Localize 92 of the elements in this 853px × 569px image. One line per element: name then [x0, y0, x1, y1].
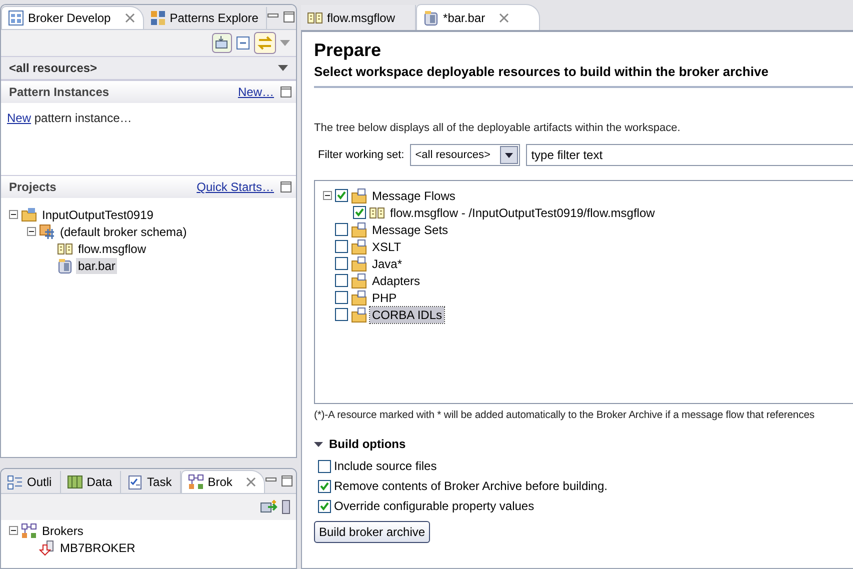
- import-icon[interactable]: [212, 33, 232, 53]
- link-icon[interactable]: [254, 32, 276, 54]
- maximize-button[interactable]: [283, 11, 296, 23]
- flow-icon: [57, 240, 73, 256]
- view-tab[interactable]: *bar.bar: [416, 4, 540, 30]
- tree-item[interactable]: Brokers: [40, 522, 86, 538]
- checkbox-label: Override configurable property values: [334, 499, 534, 513]
- pattern-icon: [150, 10, 166, 26]
- working-set-dropdown[interactable]: <all resources>: [410, 144, 520, 166]
- folder-icon: [351, 222, 367, 238]
- instruction-text: New pattern instance…: [7, 111, 132, 125]
- collapse-all-icon[interactable]: [236, 36, 250, 50]
- folder-icon: [351, 306, 367, 322]
- server-icon[interactable]: [282, 500, 290, 514]
- checkbox[interactable]: [335, 240, 348, 253]
- checkbox[interactable]: [335, 257, 348, 270]
- maximize-button[interactable]: [280, 86, 292, 98]
- checkbox-label: Remove contents of Broker Archive before building.: [334, 479, 608, 493]
- map-icon: [66, 474, 83, 490]
- collapse-arrow-icon[interactable]: [314, 440, 323, 448]
- checkbox[interactable]: [318, 500, 331, 512]
- tree-item[interactable]: (default broker schema): [58, 224, 189, 240]
- checkbox[interactable]: [318, 460, 331, 472]
- view-tab[interactable]: Broker Develop: [1, 6, 144, 29]
- check-icon: [320, 482, 329, 490]
- view-tab[interactable]: flow.msgflow: [301, 5, 416, 30]
- checkbox[interactable]: [335, 189, 348, 202]
- dropdown-arrow-icon: [505, 152, 514, 158]
- folder-icon: [351, 238, 367, 254]
- checkbox[interactable]: [335, 274, 348, 287]
- network-icon: [21, 522, 37, 538]
- tree-item[interactable]: PHP: [370, 290, 399, 306]
- clipboard-icon: [127, 474, 144, 490]
- tree-item[interactable]: bar.bar: [76, 258, 118, 274]
- description-text: The tree below displays all of the deployable artifacts within the workspace.: [314, 122, 682, 134]
- page-title: Prepare: [314, 40, 382, 61]
- checkbox[interactable]: [318, 480, 331, 492]
- link[interactable]: Quick Starts…: [196, 180, 274, 194]
- section-title: Projects: [9, 180, 58, 194]
- maximize-button[interactable]: [281, 475, 294, 487]
- dropdown-arrow-icon: [278, 65, 288, 71]
- folder-icon: [351, 272, 367, 288]
- checkbox[interactable]: [335, 308, 348, 321]
- network-icon: [188, 474, 204, 490]
- checkbox[interactable]: [353, 206, 366, 219]
- check-icon: [320, 502, 329, 510]
- archive-icon: [423, 10, 440, 26]
- collapse-icon[interactable]: [27, 227, 36, 236]
- tree-item[interactable]: flow.msgflow: [76, 240, 148, 256]
- close-icon[interactable]: [124, 13, 135, 23]
- close-icon[interactable]: [499, 12, 510, 22]
- section-title: Pattern Instances: [9, 85, 110, 99]
- view-tab[interactable]: Outli: [1, 471, 61, 493]
- build-button[interactable]: Build broker archive: [314, 521, 430, 543]
- link[interactable]: New…: [238, 85, 274, 99]
- tree-item[interactable]: Message Sets: [370, 222, 450, 238]
- collapse-icon[interactable]: [323, 191, 332, 200]
- archive-icon: [57, 258, 73, 274]
- maximize-button[interactable]: [280, 181, 292, 193]
- tree-item[interactable]: Java*: [370, 256, 404, 272]
- outline-icon: [7, 474, 23, 490]
- checkbox[interactable]: [335, 291, 348, 304]
- page-subtitle: Select workspace deployable resources to build within the broker archive: [314, 61, 853, 88]
- flow-icon: [369, 204, 385, 220]
- tree-item[interactable]: Message Flows: [370, 188, 458, 204]
- folder-icon: [351, 290, 367, 306]
- field-label: Filter working set:: [318, 149, 404, 161]
- checkbox[interactable]: [335, 223, 348, 236]
- checkbox-label: Include source files: [334, 459, 437, 473]
- grid-icon: [8, 10, 24, 26]
- tree-item[interactable]: InputOutputTest0919: [40, 206, 156, 222]
- collapse-icon[interactable]: [9, 526, 18, 535]
- collapse-icon[interactable]: [9, 210, 18, 219]
- tree-item[interactable]: Adapters: [370, 272, 422, 288]
- folder-icon: [351, 188, 367, 204]
- footnote-text: (*)-A resource marked with * will be added automatically to the Broker Archive if a message flow that references: [314, 410, 816, 421]
- link[interactable]: New: [7, 111, 32, 125]
- flow-icon: [307, 10, 323, 26]
- close-icon[interactable]: [246, 477, 256, 487]
- grid-icon: [39, 224, 55, 240]
- tree-item[interactable]: XSLT: [370, 238, 404, 254]
- tree-item[interactable]: MB7BROKER: [58, 540, 138, 556]
- folder-icon: [21, 206, 37, 222]
- add-broker-icon[interactable]: [260, 499, 278, 515]
- folder-icon: [351, 256, 367, 272]
- down-arrow-icon: [39, 540, 55, 556]
- view-tab[interactable]: Brok: [180, 470, 266, 493]
- working-set-dropdown[interactable]: <all resources>: [1, 56, 296, 80]
- section-title: Build options: [329, 437, 406, 451]
- filter-field[interactable]: type filter text: [526, 144, 853, 166]
- tree-item[interactable]: CORBA IDLs: [370, 306, 444, 322]
- tree-item[interactable]: flow.msgflow - /InputOutputTest0919/flow.msgflow: [388, 204, 657, 220]
